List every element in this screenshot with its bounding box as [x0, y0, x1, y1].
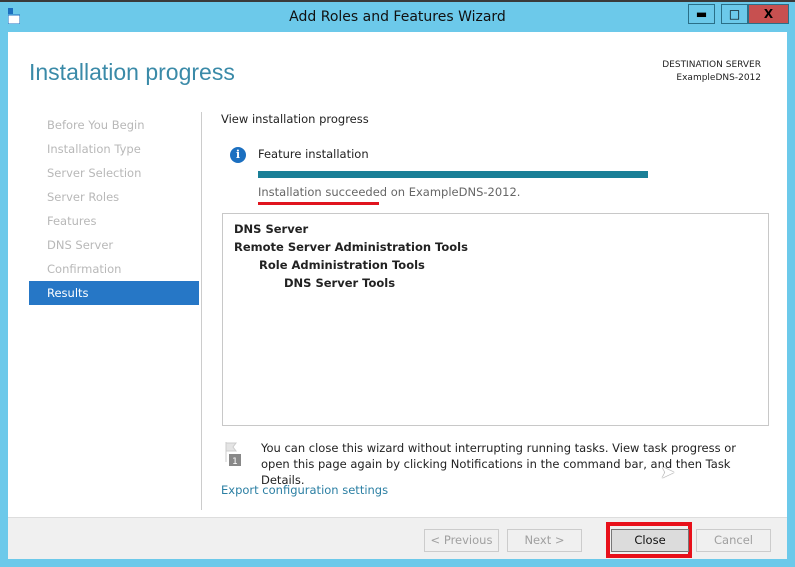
- nav-server-selection: Server Selection: [47, 166, 142, 180]
- installed-features-list[interactable]: DNS Server Remote Server Administration …: [222, 213, 769, 426]
- progress-bar: [258, 171, 648, 178]
- minimize-button[interactable]: ▬: [688, 4, 715, 24]
- previous-button[interactable]: < Previous: [424, 529, 499, 552]
- export-configuration-link[interactable]: Export configuration settings: [221, 483, 388, 497]
- list-item: DNS Server Tools: [284, 276, 396, 290]
- mouse-cursor-icon: ➤: [660, 462, 676, 483]
- wizard-footer: < Previous Next > Close Cancel: [8, 517, 787, 559]
- window-title: Add Roles and Features Wizard: [289, 9, 506, 25]
- feature-installation-label: Feature installation: [258, 147, 369, 161]
- nav-results[interactable]: Results: [29, 281, 199, 305]
- list-item: DNS Server: [234, 222, 309, 236]
- title-bar[interactable]: Add Roles and Features Wizard ▬ □ X: [0, 2, 795, 32]
- next-button[interactable]: Next >: [507, 529, 582, 552]
- destination-label: DESTINATION SERVER: [662, 60, 761, 70]
- nav-before-you-begin: Before You Begin: [47, 118, 145, 132]
- status-text: Installation succeeded on ExampleDNS-201…: [258, 185, 521, 199]
- page-title: Installation progress: [29, 59, 235, 85]
- close-window-button[interactable]: X: [748, 4, 789, 24]
- nav-confirmation: Confirmation: [47, 262, 122, 276]
- divider: [201, 112, 202, 510]
- nav-server-roles: Server Roles: [47, 190, 120, 204]
- nav-features: Features: [47, 214, 97, 228]
- section-heading: View installation progress: [221, 112, 369, 126]
- info-icon: i: [230, 147, 246, 163]
- destination-server-name: ExampleDNS-2012: [676, 73, 761, 83]
- nav-installation-type: Installation Type: [47, 142, 141, 156]
- list-item: Role Administration Tools: [259, 258, 425, 272]
- maximize-button[interactable]: □: [721, 4, 748, 24]
- flag-badge: 1: [232, 457, 238, 466]
- highlight-underline: [258, 202, 379, 205]
- cancel-button[interactable]: Cancel: [696, 529, 771, 552]
- close-button[interactable]: Close: [611, 529, 689, 552]
- list-item: Remote Server Administration Tools: [234, 240, 468, 254]
- wizard-nav: Before You Begin Installation Type Serve…: [29, 113, 199, 305]
- destination-server: DESTINATION SERVER ExampleDNS-2012: [662, 59, 761, 85]
- close-note: You can close this wizard without interr…: [261, 441, 737, 487]
- nav-dns-server: DNS Server: [47, 238, 114, 252]
- notification-flag-icon: 1: [225, 442, 241, 466]
